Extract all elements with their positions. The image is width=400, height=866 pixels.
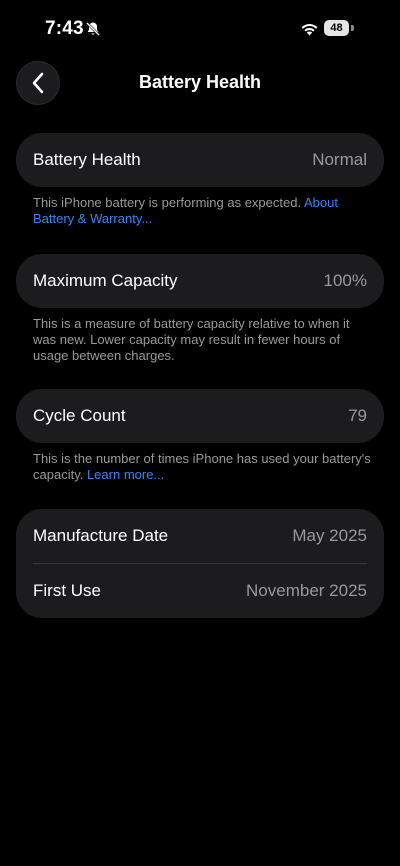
battery-icon: 48	[324, 20, 354, 37]
battery-health-value: Normal	[312, 150, 367, 169]
battery-health-card: Battery Health Normal	[16, 133, 384, 187]
cycle-count-label: Cycle Count	[33, 406, 126, 425]
maximum-capacity-label: Maximum Capacity	[33, 271, 178, 290]
maximum-capacity-card: Maximum Capacity 100%	[16, 254, 384, 308]
battery-health-label: Battery Health	[33, 150, 141, 169]
page-title: Battery Health	[138, 72, 262, 92]
wifi-icon	[301, 24, 318, 36]
maximum-capacity-note: This is a measure of battery capacity re…	[33, 316, 350, 363]
cycle-count-note-text: This is the number of times iPhone has u…	[33, 451, 371, 482]
battery-health-note-text: This iPhone battery is performing as exp…	[33, 195, 304, 210]
status-time: 7:43	[45, 18, 84, 39]
cycle-count-row: Cycle Count 79	[16, 389, 384, 443]
cycle-count-card: Cycle Count 79	[16, 389, 384, 443]
manufacture-date-row: Manufacture Date May 2025	[16, 509, 384, 563]
status-bar: 7:43 48	[0, 0, 400, 58]
first-use-value: November 2025	[246, 581, 367, 600]
battery-level: 48	[324, 20, 349, 36]
first-use-row: First Use November 2025	[16, 564, 384, 618]
battery-tip	[351, 25, 354, 31]
learn-more-link[interactable]: Learn more...	[87, 467, 164, 482]
bell-slash-icon	[86, 22, 100, 36]
manufacture-date-label: Manufacture Date	[33, 526, 169, 545]
battery-health-row: Battery Health Normal	[16, 133, 384, 187]
first-use-label: First Use	[33, 581, 101, 600]
maximum-capacity-value: 100%	[323, 271, 367, 290]
cycle-count-value: 79	[348, 406, 367, 425]
maximum-capacity-row: Maximum Capacity 100%	[16, 254, 384, 308]
cycle-count-note: This is the number of times iPhone has u…	[33, 451, 373, 483]
battery-health-note: This iPhone battery is performing as exp…	[33, 195, 373, 227]
manufacture-date-value: May 2025	[292, 526, 367, 545]
dates-card: Manufacture Date May 2025 First Use Nove…	[16, 509, 384, 618]
